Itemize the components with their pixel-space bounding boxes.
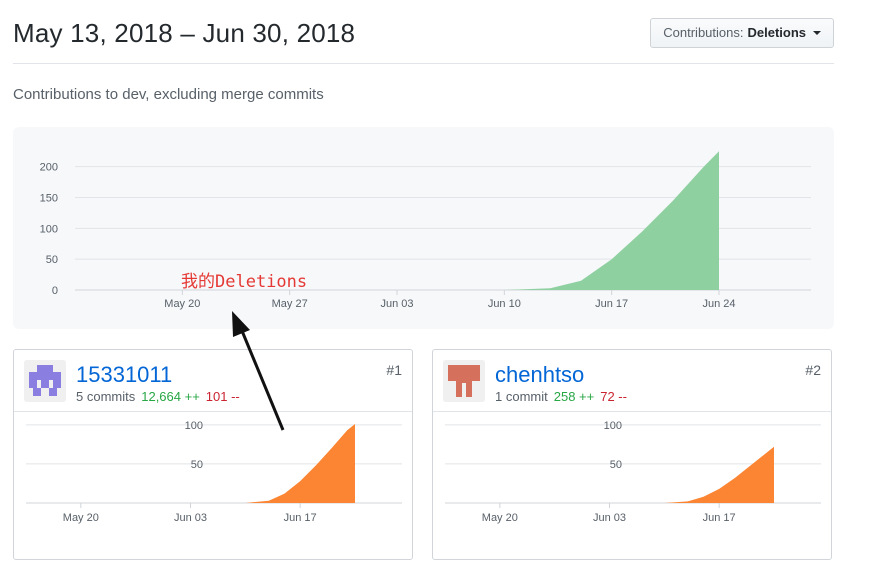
y-tick-label: 200: [40, 162, 58, 174]
contributions-label: Contributions:: [663, 25, 744, 40]
identicon-red-icon: [443, 360, 485, 402]
contributions-subtitle: Contributions to dev, excluding merge co…: [13, 86, 324, 103]
deletions-count: 72 --: [600, 389, 627, 404]
contributor-card: chenhtso 1 commit 258 ++ 72 -- #2 50 100 May…: [432, 349, 832, 560]
contributor-graph: 50 100 May 20 Jun 03 Jun 17: [26, 420, 402, 524]
contributor-username-link[interactable]: 15331011: [76, 362, 172, 388]
y-tick-label: 150: [40, 193, 58, 205]
y-tick-label: 100: [604, 420, 622, 432]
contributor-rank: #1: [386, 362, 402, 378]
y-tick-label: 50: [610, 459, 622, 471]
x-tick-label: Jun 17: [284, 512, 317, 524]
caret-down-icon: [813, 31, 821, 35]
annotation-text: 我的Deletions: [181, 272, 308, 292]
y-tick-label: 50: [191, 459, 203, 471]
y-tick-label: 100: [40, 223, 58, 235]
x-tick-label: Jun 03: [380, 298, 413, 310]
x-tick-label: May 20: [63, 512, 99, 524]
x-tick-label: Jun 10: [488, 298, 521, 310]
x-tick-label: Jun 03: [593, 512, 626, 524]
x-tick-label: Jun 17: [595, 298, 628, 310]
y-tick-label: 0: [52, 285, 58, 297]
contributor-graph: 50 100 May 20 Jun 03 Jun 17: [445, 420, 821, 524]
main-contributions-graph: 0 50 100 150 200 May 20 May 27 Jun 03 Jun 10 Jun …: [13, 127, 834, 329]
x-tick-label: Jun 24: [702, 298, 735, 310]
commit-count[interactable]: 5 commits: [76, 389, 135, 404]
contributions-type-dropdown[interactable]: Contributions: Deletions: [650, 18, 834, 48]
x-tick-label: Jun 03: [174, 512, 207, 524]
avatar[interactable]: [443, 360, 485, 402]
deletions-count: 101 --: [205, 389, 240, 404]
contributions-value: Deletions: [747, 25, 806, 40]
x-tick-label: May 20: [164, 298, 200, 310]
avatar[interactable]: [24, 360, 66, 402]
contributor-rank: #2: [805, 362, 821, 378]
x-tick-label: May 27: [272, 298, 308, 310]
contributor-stats: 1 commit 258 ++ 72 --: [495, 389, 627, 404]
commit-count[interactable]: 1 commit: [495, 389, 548, 404]
additions-count: 258 ++: [553, 389, 595, 404]
y-tick-label: 50: [46, 254, 58, 266]
contributor-card-header: chenhtso 1 commit 258 ++ 72 -- #2: [433, 350, 831, 412]
x-tick-label: May 20: [482, 512, 518, 524]
contributor-username-link[interactable]: chenhtso: [495, 362, 584, 388]
page-header: May 13, 2018 – Jun 30, 2018 Contribution…: [13, 12, 834, 64]
date-range-title: May 13, 2018 – Jun 30, 2018: [13, 18, 356, 48]
contributor-stats: 5 commits 12,664 ++ 101 --: [76, 389, 240, 404]
main-graph-svg: 0 50 100 150 200 May 20 May 27 Jun 03 Jun 10 Jun …: [40, 151, 811, 310]
additions-count: 12,664 ++: [141, 389, 200, 404]
contributor-card-header: 15331011 5 commits 12,664 ++ 101 -- #1: [14, 350, 412, 412]
series-area: [664, 446, 774, 503]
contributor-card: 15331011 5 commits 12,664 ++ 101 -- #1 50 1…: [13, 349, 413, 560]
y-tick-label: 100: [185, 420, 203, 432]
x-tick-label: Jun 17: [703, 512, 736, 524]
identicon-purple-icon: [24, 360, 66, 402]
